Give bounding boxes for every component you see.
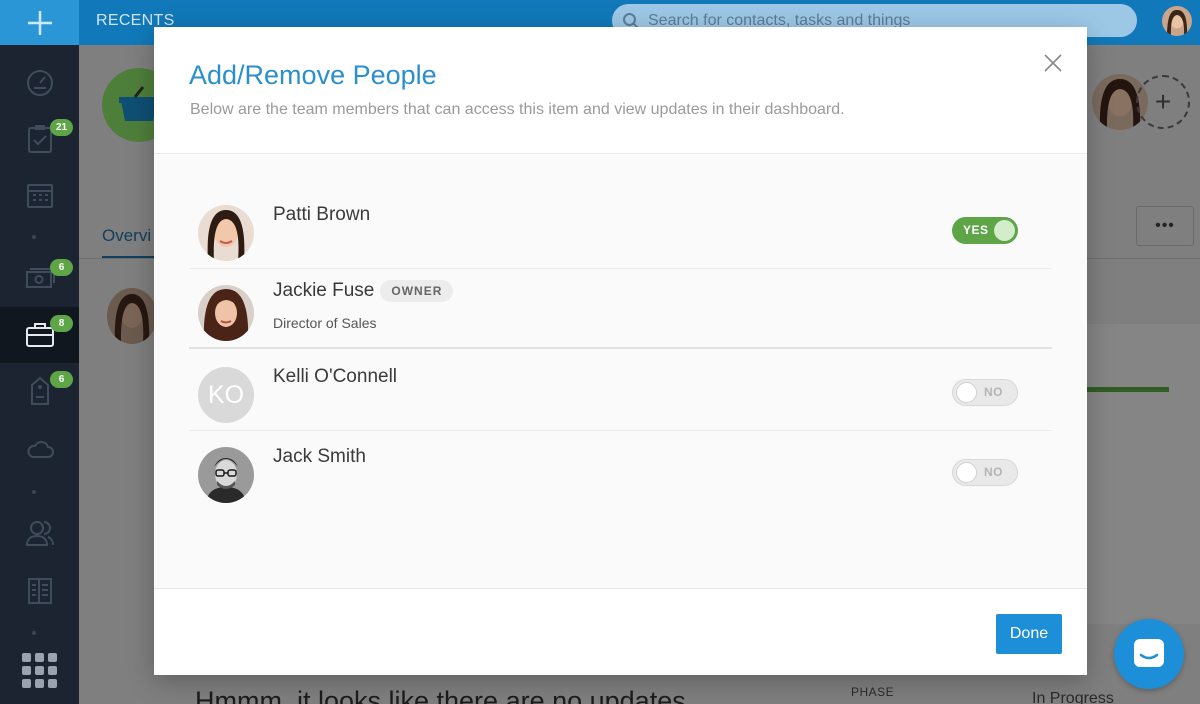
person-row-jack-smith: Jack Smith NO: [189, 431, 1052, 511]
more-options-button[interactable]: •••: [1136, 206, 1194, 246]
sidebar-item-reports[interactable]: [0, 563, 79, 619]
dialog-title: Add/Remove People: [189, 60, 437, 90]
tasks-clipboard-icon: [27, 125, 52, 153]
dashboard-gauge-icon: [26, 70, 53, 96]
people-list: Patti Brown YES Jackie Fuse OWNER Direct…: [154, 155, 1087, 588]
phase-label: PHASE: [851, 685, 895, 699]
toggle-label: NO: [984, 385, 1003, 399]
calendar-icon: [26, 184, 53, 208]
toggle-knob: [956, 382, 977, 403]
sidebar-item-dashboard[interactable]: [0, 55, 79, 111]
progress-bar: [1087, 387, 1169, 392]
sidebar: 21 6 8 6: [0, 45, 79, 704]
add-member-button[interactable]: +: [1136, 75, 1190, 129]
sidebar-separator: [32, 235, 36, 239]
person-name: Kelli O'Connell: [273, 366, 398, 387]
person-name-group: Jackie Fuse OWNER: [273, 280, 454, 302]
chat-launcher-button[interactable]: [1114, 619, 1184, 689]
add-remove-people-dialog: Add/Remove People Below are the team mem…: [154, 27, 1087, 675]
dialog-subtitle: Below are the team members that can acce…: [190, 101, 845, 118]
done-button[interactable]: Done: [996, 614, 1062, 654]
person-row-jackie-fuse: Jackie Fuse OWNER Director of Sales: [189, 269, 1052, 349]
tasks-count-badge: 21: [50, 119, 73, 136]
cloud-icon: [26, 441, 54, 458]
avatar: [198, 205, 254, 261]
person-job-title: Director of Sales: [273, 315, 377, 331]
user-avatar[interactable]: [1160, 4, 1194, 38]
toggle-label: YES: [963, 223, 989, 237]
toggle-knob: [956, 462, 977, 483]
avatar: [198, 285, 254, 341]
tab-active-underline: [102, 256, 154, 258]
plus-icon: [27, 10, 52, 35]
update-author-avatar: [107, 288, 157, 344]
chat-icon: [1134, 639, 1164, 667]
access-toggle[interactable]: NO: [952, 379, 1018, 406]
person-row-patti-brown: Patti Brown YES: [189, 189, 1052, 269]
side-panel: [1087, 324, 1200, 624]
person-name: Jackie Fuse: [273, 280, 375, 301]
owner-badge: OWNER: [380, 280, 454, 302]
apps-grid-icon: [21, 653, 57, 688]
sidebar-item-apps[interactable]: [0, 643, 79, 699]
close-button[interactable]: [1042, 52, 1064, 74]
access-toggle[interactable]: NO: [952, 459, 1018, 486]
tag-icon: [30, 376, 49, 405]
sidebar-item-cloud[interactable]: [0, 421, 79, 477]
person-name: Jack Smith: [273, 446, 366, 467]
sidebar-separator: [32, 490, 36, 494]
dialog-footer: Done: [154, 588, 1087, 675]
access-toggle[interactable]: YES: [952, 217, 1018, 244]
toggle-knob: [994, 220, 1015, 241]
phase-value: In Progress: [1032, 690, 1114, 704]
projects-count-badge: 8: [50, 315, 73, 332]
empty-updates-text: Hmmm, it looks like there are no updates: [195, 686, 686, 704]
create-new-button[interactable]: [0, 0, 79, 45]
reports-icon: [27, 578, 52, 604]
sidebar-item-contacts[interactable]: [0, 505, 79, 561]
close-icon: [1044, 54, 1062, 72]
person-row-kelli-oconnell: KO Kelli O'Connell NO: [189, 351, 1052, 431]
sidebar-separator: [32, 631, 36, 635]
avatar: [198, 447, 254, 503]
contacts-icon: [25, 521, 54, 546]
toggle-label: NO: [984, 465, 1003, 479]
dialog-header: Add/Remove People Below are the team mem…: [154, 27, 1087, 154]
tags-count-badge: 6: [50, 371, 73, 388]
person-name: Patti Brown: [273, 204, 371, 225]
tab-overview[interactable]: Overvi: [102, 226, 151, 246]
money-count-badge: 6: [50, 259, 73, 276]
sidebar-item-calendar[interactable]: [0, 167, 79, 223]
initials-avatar: KO: [198, 367, 254, 423]
